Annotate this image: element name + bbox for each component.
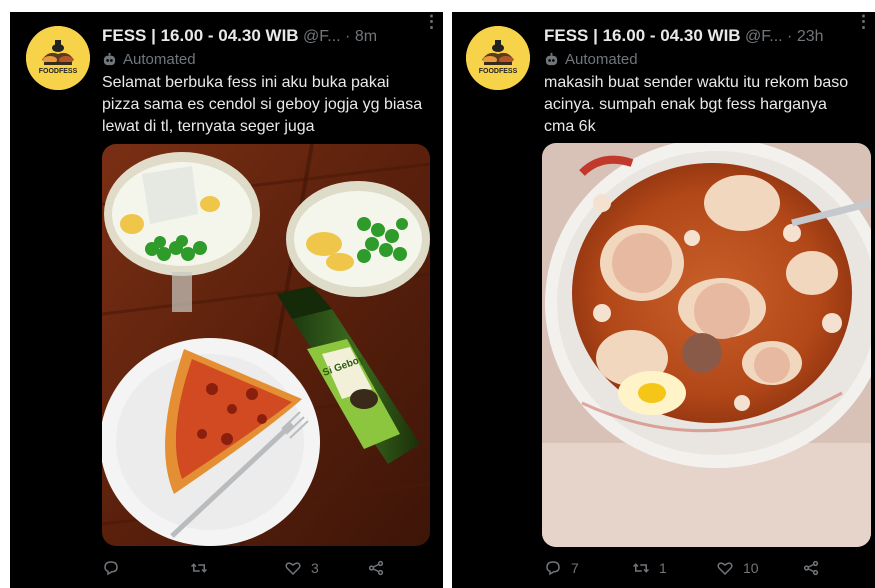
share-button[interactable] <box>367 559 385 577</box>
retweet-count: 1 <box>659 560 667 576</box>
timestamp[interactable]: 8m <box>355 28 377 45</box>
automated-text: Automated <box>123 51 196 68</box>
handle[interactable]: @F... <box>303 28 341 45</box>
retweet-icon <box>632 563 650 573</box>
reply-button[interactable] <box>102 559 129 577</box>
photo-baso-aci <box>542 143 871 547</box>
retweet-button[interactable]: 1 <box>632 559 667 577</box>
tweet-text: makasih buat sender waktu itu rekom baso… <box>544 74 849 135</box>
more-icon[interactable]: ⋮ <box>855 12 872 32</box>
logo-lettering: FOODFESS <box>479 68 518 75</box>
tweet-header: FESS | 16.00 - 04.30 WIB @F... · 8m <box>102 26 435 50</box>
retweet-button[interactable] <box>190 559 217 577</box>
like-count: 10 <box>743 560 759 576</box>
tweet-actions: 3 <box>102 559 429 581</box>
tweet-image[interactable]: Si Geboy <box>102 144 430 546</box>
tweet-actions: 7 1 10 <box>544 559 861 581</box>
automated-label: Automated <box>102 51 196 68</box>
tweet-header: FESS | 16.00 - 04.30 WIB @F... · 23h <box>544 26 867 50</box>
handle[interactable]: @F... <box>745 28 783 45</box>
bot-icon <box>545 52 558 66</box>
foodfess-logo: FOODFESS <box>466 26 530 90</box>
tweet-card[interactable]: FOODFESS FESS | 16.00 - 04.30 WIB @F... … <box>452 12 875 588</box>
display-name[interactable]: FESS | 16.00 - 04.30 WIB <box>102 26 299 45</box>
share-icon <box>368 560 384 576</box>
share-icon <box>803 560 819 576</box>
tweet-image[interactable] <box>542 143 871 547</box>
tweet-text: Selamat berbuka fess ini aku buka pakai … <box>102 74 423 135</box>
reply-button[interactable]: 7 <box>544 559 579 577</box>
avatar[interactable]: FOODFESS <box>466 26 530 90</box>
separator: · <box>787 28 793 45</box>
photo-cendol-pizza: Si Geboy <box>102 144 430 546</box>
avatar[interactable]: FOODFESS <box>26 26 90 90</box>
display-name[interactable]: FESS | 16.00 - 04.30 WIB <box>544 26 741 45</box>
share-button[interactable] <box>802 559 820 577</box>
foodfess-logo: FOODFESS <box>26 26 90 90</box>
logo-lettering: FOODFESS <box>39 68 78 75</box>
more-icon[interactable]: ⋮ <box>423 12 440 32</box>
reply-count: 7 <box>571 560 579 576</box>
separator: · <box>345 28 351 45</box>
bot-icon <box>103 52 116 66</box>
heart-icon <box>285 562 301 576</box>
tweet-card[interactable]: FOODFESS FESS | 16.00 - 04.30 WIB @F... … <box>10 12 443 588</box>
reply-icon <box>104 561 118 576</box>
heart-icon <box>717 562 733 576</box>
automated-label: Automated <box>544 51 638 68</box>
retweet-icon <box>190 563 208 573</box>
like-button[interactable]: 10 <box>716 559 759 577</box>
automated-text: Automated <box>565 51 638 68</box>
like-button[interactable]: 3 <box>284 559 319 577</box>
like-count: 3 <box>311 560 319 576</box>
reply-icon <box>546 561 560 576</box>
timestamp[interactable]: 23h <box>797 28 824 45</box>
